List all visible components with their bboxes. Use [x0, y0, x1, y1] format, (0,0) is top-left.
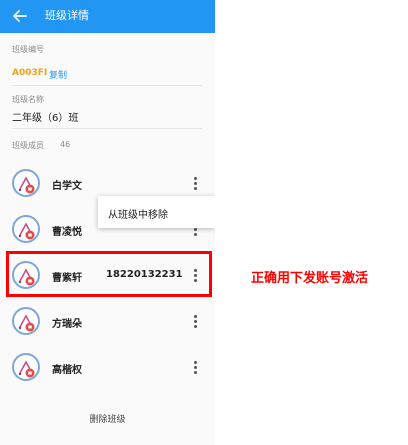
member-name: 曹凌悦 [52, 227, 82, 238]
class-code-label: 班级编号 [12, 45, 44, 54]
more-vert-icon[interactable] [191, 176, 199, 192]
member-name: 方瑞朵 [52, 319, 82, 330]
member-popup-menu: 从班级中移除 [98, 196, 215, 228]
class-name-label: 班级名称 [12, 95, 44, 104]
copy-code-button[interactable]: 复制 [49, 68, 67, 81]
annotation-text: 正确用下发账号激活 [251, 271, 369, 286]
divider [12, 85, 202, 86]
member-name: 高楷权 [52, 365, 82, 376]
page-title: 班级详情 [45, 9, 89, 22]
class-name: 二年级（6）班 [12, 113, 79, 124]
back-arrow-icon[interactable] [12, 8, 28, 24]
member-name: 白学文 [52, 181, 82, 192]
student-avatar-icon [12, 353, 40, 381]
divider [12, 128, 202, 129]
class-code: A003FI [12, 68, 48, 78]
remove-from-class-menu-item[interactable]: 从班级中移除 [108, 206, 168, 221]
delete-class-button[interactable]: 删除班级 [0, 405, 215, 435]
class-members-label: 班级成员 [12, 141, 44, 150]
app-bar: 班级详情 [0, 0, 215, 33]
member-row[interactable]: 高楷权 [0, 346, 215, 392]
more-vert-icon[interactable] [191, 314, 199, 330]
student-avatar-icon [12, 307, 40, 335]
more-vert-icon[interactable] [191, 360, 199, 376]
highlight-box [6, 251, 212, 297]
class-members-count: 46 [60, 140, 71, 149]
student-avatar-icon [12, 215, 40, 243]
phone-screen: 班级详情 班级编号 A003FI 复制 班级名称 二年级（6）班 班级成员 46… [0, 0, 215, 445]
member-row[interactable]: 方瑞朵 [0, 300, 215, 346]
student-avatar-icon [12, 169, 40, 197]
